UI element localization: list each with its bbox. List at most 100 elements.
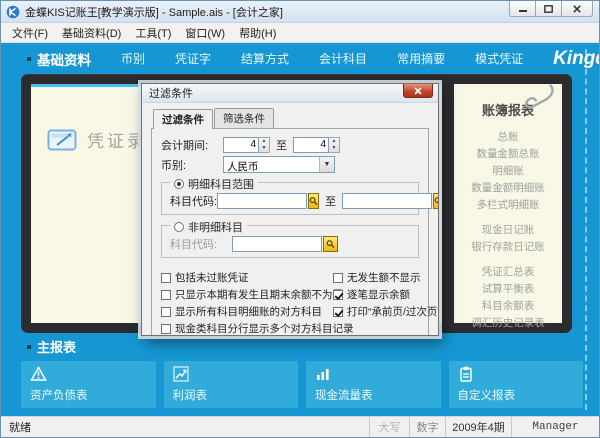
tab-account-subjects[interactable]: 会计科目: [319, 50, 367, 67]
link-account-balance[interactable]: 科目余额表: [454, 298, 562, 315]
tab-settlement-method[interactable]: 结算方式: [241, 50, 289, 67]
checkbox-label: 逐笔显示余额: [347, 289, 410, 301]
non-detail-code-input[interactable]: [232, 235, 322, 252]
tab-filter-conditions[interactable]: 过滤条件: [153, 109, 213, 129]
period-from-spinner: ▲▼: [223, 136, 270, 153]
check-hide-no-activity[interactable]: 无发生额不显示: [333, 270, 438, 285]
tile-balance-sheet[interactable]: 资产负债表: [21, 361, 156, 408]
active-tab-bullet-icon: [27, 56, 31, 61]
tile-custom-reports[interactable]: 自定义报表: [448, 361, 583, 408]
link-qty-amount-ledger[interactable]: 数量金额总账: [454, 146, 562, 163]
status-caps-indicator: 大写: [369, 417, 409, 437]
check-show-counter-accounts[interactable]: 显示所有科目明细账的对方科目: [161, 304, 333, 319]
status-fiscal-period: 2009年4期: [445, 417, 511, 437]
check-only-active-nonzero[interactable]: 只显示本期有发生且期末余额不为零: [161, 287, 343, 302]
menu-tools[interactable]: 工具(T): [128, 23, 178, 43]
check-include-unposted[interactable]: 包括未过账凭证: [161, 270, 333, 285]
voucher-entry-icon: [47, 129, 77, 150]
tile-label: 资产负债表: [30, 390, 88, 402]
link-general-ledger[interactable]: 总账: [454, 129, 562, 146]
tab-select-conditions[interactable]: 筛选条件: [214, 108, 274, 128]
spin-up-icon[interactable]: ▲: [259, 138, 269, 145]
detail-range-radio[interactable]: [174, 179, 184, 189]
link-multi-column-detail[interactable]: 多栏式明细账: [454, 197, 562, 214]
code-label: 科目代码:: [170, 195, 218, 208]
spinner-buttons: ▲ ▼: [259, 136, 270, 153]
checkbox[interactable]: [161, 289, 171, 300]
period-label: 会计期间:: [161, 139, 209, 152]
code-to-label: 至: [325, 195, 337, 208]
tab-voucher-templates[interactable]: 模式凭证: [475, 50, 523, 67]
titlebar: 金蝶KIS记账王[教学演示版] - Sample.ais - [会计之家]: [1, 1, 599, 23]
lookup-button[interactable]: [308, 192, 320, 209]
checkbox-label: 包括未过账凭证: [175, 272, 249, 284]
period-to-input[interactable]: [293, 136, 329, 153]
code-to-input[interactable]: [342, 192, 433, 209]
checkbox[interactable]: [161, 306, 171, 317]
link-qty-amount-detail[interactable]: 数量金额明细账: [454, 180, 562, 197]
ledger-group-3: 凭证汇总表 试算平衡表 科目余额表 调汇历史记录表: [454, 264, 562, 332]
detail-range-legend[interactable]: 明细科目范围: [170, 176, 258, 192]
tab-currency[interactable]: 币别: [121, 50, 145, 67]
currency-row: 币别: 人民币 ▼: [161, 156, 419, 173]
menu-window[interactable]: 窗口(W): [178, 23, 232, 43]
detail-range-group: 明细科目范围 科目代码: 至: [161, 176, 438, 215]
checkbox[interactable]: [333, 272, 343, 283]
dialog-titlebar: 过滤条件: [142, 84, 438, 103]
menu-base-data[interactable]: 基础资料(D): [55, 23, 128, 43]
window-controls: [509, 1, 593, 17]
close-button[interactable]: [561, 1, 593, 17]
checkbox-label: 显示所有科目明细账的对方科目: [175, 306, 322, 318]
link-bank-journal[interactable]: 银行存款日记账: [454, 239, 562, 256]
period-row: 会计期间: ▲▼ 至 ▲▼: [161, 136, 419, 153]
spin-up-icon[interactable]: ▲: [329, 138, 339, 145]
code-from-input[interactable]: [217, 192, 308, 209]
spin-down-icon[interactable]: ▼: [329, 145, 339, 152]
lookup-button[interactable]: [323, 235, 338, 252]
link-trial-balance[interactable]: 试算平衡表: [454, 281, 562, 298]
menu-file[interactable]: 文件(F): [5, 23, 55, 43]
link-cash-journal[interactable]: 现金日记账: [454, 222, 562, 239]
link-voucher-summary[interactable]: 凭证汇总表: [454, 264, 562, 281]
dialog-title: 过滤条件: [149, 88, 193, 100]
section-bullet-icon: [27, 344, 31, 349]
maximize-button[interactable]: [535, 1, 562, 17]
minimize-button[interactable]: [509, 1, 536, 17]
menu-help[interactable]: 帮助(H): [232, 23, 283, 43]
check-show-running-balance[interactable]: 逐笔显示余额: [333, 287, 438, 302]
tab-common-summary[interactable]: 常用摘要: [397, 50, 445, 67]
filter-tab-page: 会计期间: ▲▼ 至 ▲▼ 币别:: [151, 128, 438, 335]
tab-base-data[interactable]: 基础资料: [27, 49, 91, 69]
main-reports-tiles: 资产负债表 利润表 现金流量表 自定义报表: [21, 361, 583, 408]
tab-voucher-word[interactable]: 凭证字: [175, 50, 211, 67]
checkbox-label: 打印“承前页/过次页”: [347, 306, 438, 318]
clipboard-icon: [459, 366, 472, 382]
nav-tab-bar: 基础资料 币别 凭证字 结算方式 会计科目 常用摘要 模式凭证 Kingdee: [1, 43, 599, 74]
spin-down-icon[interactable]: ▼: [259, 145, 269, 152]
period-to-spinner: ▲▼: [293, 136, 340, 153]
checkbox[interactable]: [161, 323, 171, 334]
period-from-input[interactable]: [223, 136, 259, 153]
lookup-button[interactable]: [433, 192, 438, 209]
tile-income-statement[interactable]: 利润表: [163, 361, 298, 408]
dialog-tabs: 过滤条件 筛选条件: [153, 108, 429, 129]
tile-cash-flow[interactable]: 现金流量表: [306, 361, 441, 408]
non-detail-legend[interactable]: 非明细科目: [170, 219, 247, 235]
checkbox-checked[interactable]: [333, 306, 343, 317]
checkbox[interactable]: [161, 272, 171, 283]
options-checkboxes: 包括未过账凭证 只显示本期有发生且期末余额不为零 显示所有科目明细账的对方科目 …: [161, 270, 438, 335]
link-detail-ledger[interactable]: 明细账: [454, 163, 562, 180]
app-window: 金蝶KIS记账王[教学演示版] - Sample.ais - [会计之家] 文件…: [0, 0, 600, 438]
check-print-carryover[interactable]: 打印“承前页/过次页”: [333, 304, 438, 319]
detail-range-label: 明细科目范围: [188, 179, 254, 191]
dialog-close-button[interactable]: [403, 84, 433, 98]
check-cash-multi-rows[interactable]: 现金类科目分行显示多个对方科目记录: [161, 321, 354, 335]
non-detail-radio[interactable]: [174, 222, 184, 232]
currency-select[interactable]: 人民币 ▼: [223, 156, 335, 173]
dropdown-arrow-icon[interactable]: ▼: [319, 157, 334, 172]
link-exchange-history[interactable]: 调汇历史记录表: [454, 315, 562, 332]
bar-chart-icon: [317, 369, 329, 380]
checkbox-checked[interactable]: [333, 289, 343, 300]
non-detail-label: 非明细科目: [188, 222, 243, 234]
tab-label: 基础资料: [37, 52, 91, 68]
